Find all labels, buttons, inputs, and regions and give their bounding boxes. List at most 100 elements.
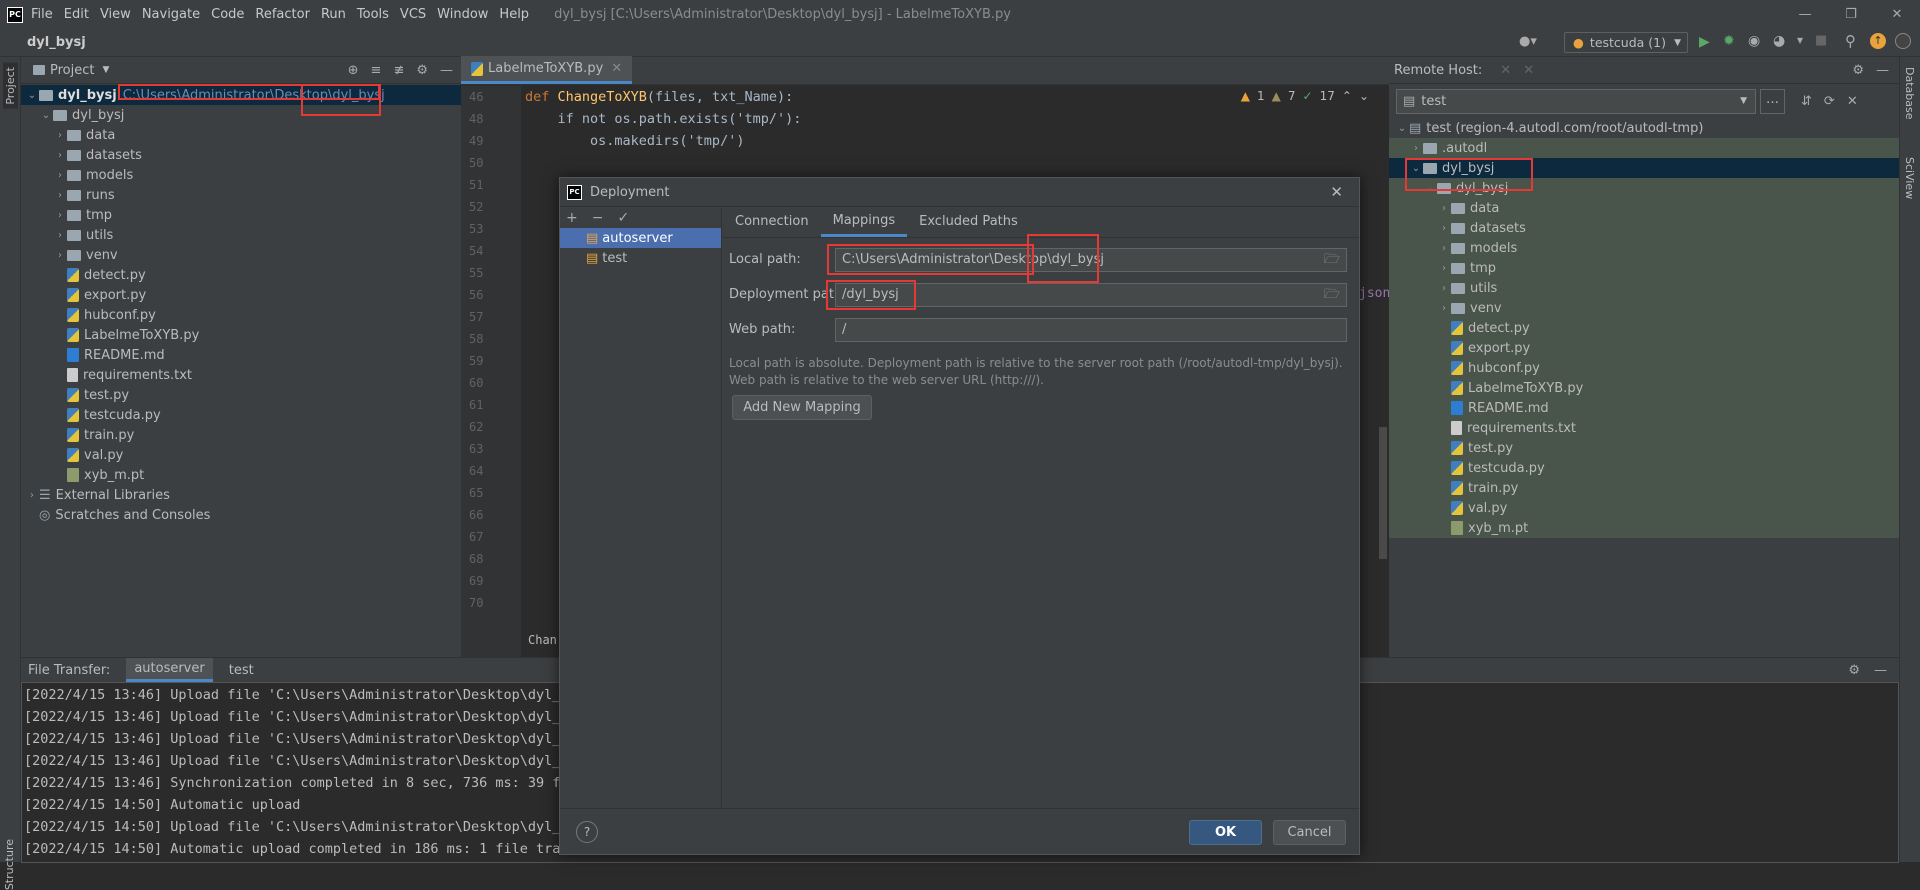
ok-button[interactable]: OK — [1189, 820, 1262, 845]
chevron-right-icon[interactable]: › — [53, 230, 67, 241]
tree-row[interactable]: val.py — [1389, 498, 1899, 518]
menu-item-run[interactable]: Run — [321, 7, 346, 22]
more-run-icon[interactable]: ▾ — [1797, 33, 1803, 47]
gear-icon[interactable]: ⚙ — [416, 63, 428, 78]
chevron-down-icon[interactable]: ▼ — [102, 65, 109, 75]
inspection-widget[interactable]: ▲ 1 ▲ 7 ✓ 17 ⌃ ⌄ — [1241, 89, 1369, 103]
expand-all-icon[interactable]: ≡ — [371, 63, 382, 78]
tree-row[interactable]: LabelmeToXYB.py — [21, 325, 461, 345]
tree-row[interactable]: README.md — [1389, 398, 1899, 418]
menu-item-refactor[interactable]: Refactor — [255, 7, 310, 22]
tree-row[interactable]: hubconf.py — [1389, 358, 1899, 378]
local-path-field[interactable]: C:\Users\Administrator\Desktop\dyl_bysj … — [835, 248, 1347, 272]
project-tool-tab[interactable]: Project — [3, 63, 18, 109]
chevron-down-icon[interactable]: ⌄ — [1395, 123, 1409, 134]
close-icon[interactable]: ✕ — [1523, 63, 1534, 78]
menu-item-code[interactable]: Code — [211, 7, 244, 22]
coverage-icon[interactable]: ◉ — [1748, 33, 1760, 49]
project-root-row[interactable]: ⌄ dyl_bysj C:\Users\Administrator\Deskto… — [21, 85, 461, 105]
menu-item-file[interactable]: File — [31, 7, 53, 22]
chevron-down-icon[interactable]: ⌄ — [25, 90, 39, 101]
refresh-icon[interactable]: ⟳ — [1824, 94, 1835, 109]
tree-row[interactable]: › tmp — [1389, 258, 1899, 278]
locate-icon[interactable]: ⊕ — [348, 63, 359, 78]
editor-tab[interactable]: LabelmeToXYB.py ✕ — [461, 56, 633, 84]
tab-mappings[interactable]: Mappings — [820, 213, 908, 237]
deployment-path-field[interactable]: /dyl_bysj 🗁 — [835, 283, 1347, 307]
vcs-user-icon[interactable]: ●▾ — [1519, 34, 1537, 49]
menu-item-help[interactable]: Help — [499, 7, 529, 22]
project-header-label[interactable]: Project — [50, 63, 94, 78]
chevron-right-icon[interactable]: › — [53, 190, 67, 201]
tree-row[interactable]: requirements.txt — [21, 365, 461, 385]
tree-row[interactable]: train.py — [21, 425, 461, 445]
help-button[interactable]: ? — [576, 821, 598, 843]
add-icon[interactable]: + — [566, 210, 578, 226]
menu-item-vcs[interactable]: VCS — [400, 7, 426, 22]
tree-row[interactable]: testcuda.py — [21, 405, 461, 425]
tree-row[interactable]: xyb_m.pt — [21, 465, 461, 485]
tree-row[interactable]: detect.py — [1389, 318, 1899, 338]
debug-icon[interactable]: ✹ — [1723, 33, 1735, 49]
close-dialog-icon[interactable]: ✕ — [1330, 183, 1343, 201]
tree-row[interactable]: › models — [1389, 238, 1899, 258]
tree-row[interactable]: test.py — [21, 385, 461, 405]
chevron-right-icon[interactable]: › — [1437, 203, 1451, 214]
tree-row[interactable]: › utils — [1389, 278, 1899, 298]
hide-icon[interactable]: — — [440, 63, 453, 78]
tree-row[interactable]: › datasets — [21, 145, 461, 165]
collapse-all-icon[interactable]: ≢ — [393, 63, 404, 78]
tree-row[interactable]: detect.py — [21, 265, 461, 285]
chevron-right-icon[interactable]: › — [53, 150, 67, 161]
close-tab-icon[interactable]: ✕ — [611, 61, 622, 76]
close-icon[interactable]: ✕ — [1500, 63, 1511, 78]
gear-icon[interactable]: ⚙ — [1852, 63, 1864, 78]
chevron-down-icon[interactable]: ⌄ — [1359, 89, 1369, 103]
tree-row[interactable]: README.md — [21, 345, 461, 365]
remove-icon[interactable]: − — [592, 210, 604, 226]
tree-row[interactable]: ⌄ dyl_bysj — [21, 105, 461, 125]
chevron-right-icon[interactable]: › — [1409, 143, 1423, 154]
minimize-icon[interactable]: — — [1782, 7, 1828, 22]
tree-row[interactable]: › runs — [21, 185, 461, 205]
folder-icon[interactable]: 🗁 — [1324, 249, 1340, 271]
run-icon[interactable]: ▶ — [1699, 34, 1710, 50]
update-icon[interactable]: ↑ — [1870, 33, 1886, 49]
chevron-right-icon[interactable]: › — [53, 170, 67, 181]
tree-row[interactable]: val.py — [21, 445, 461, 465]
code-area[interactable]: def ChangeToXYB(files, txt_Name): if not… — [525, 86, 801, 152]
restore-icon[interactable]: ❐ — [1828, 7, 1874, 22]
close-icon[interactable]: ✕ — [1847, 94, 1858, 109]
sciview-tool-tab[interactable]: SciView — [1903, 157, 1916, 199]
tree-row[interactable]: › data — [1389, 198, 1899, 218]
tree-row[interactable]: › venv — [21, 245, 461, 265]
tree-row[interactable]: LabelmeToXYB.py — [1389, 378, 1899, 398]
structure-tool-tab[interactable]: Structure — [3, 839, 16, 890]
chevron-right-icon[interactable]: › — [1437, 263, 1451, 274]
folder-icon[interactable]: 🗁 — [1324, 284, 1340, 306]
tree-row[interactable]: › .autodl — [1389, 138, 1899, 158]
tree-row[interactable]: test.py — [1389, 438, 1899, 458]
menu-item-view[interactable]: View — [100, 7, 131, 22]
remote-root-row[interactable]: ⌄ ▤ test (region-4.autodl.com/root/autod… — [1389, 118, 1899, 138]
menu-item-edit[interactable]: Edit — [64, 7, 89, 22]
tree-row[interactable]: › venv — [1389, 298, 1899, 318]
compare-icon[interactable]: ⇵ — [1801, 94, 1812, 109]
chevron-down-icon[interactable]: ⌄ — [1409, 163, 1423, 174]
menu-item-tools[interactable]: Tools — [357, 7, 389, 22]
tab-connection[interactable]: Connection — [723, 214, 821, 237]
chevron-right-icon[interactable]: › — [1437, 303, 1451, 314]
chevron-right-icon[interactable]: › — [25, 490, 39, 501]
chevron-right-icon[interactable]: › — [53, 210, 67, 221]
tree-row[interactable]: ⌄ dyl_bysj — [1389, 178, 1899, 198]
stop-icon[interactable]: ■ — [1815, 33, 1827, 48]
ide-logo-icon[interactable] — [1895, 33, 1911, 49]
server-select[interactable]: ▤ test ▼ — [1396, 88, 1756, 114]
tree-row[interactable]: export.py — [1389, 338, 1899, 358]
hide-icon[interactable]: — — [1876, 63, 1889, 78]
external-libraries-row[interactable]: › ☰ External Libraries — [21, 485, 461, 505]
tab-autoserver[interactable]: autoserver — [126, 658, 213, 682]
cancel-button[interactable]: Cancel — [1273, 820, 1346, 845]
tree-row[interactable]: › utils — [21, 225, 461, 245]
tree-row[interactable]: export.py — [21, 285, 461, 305]
